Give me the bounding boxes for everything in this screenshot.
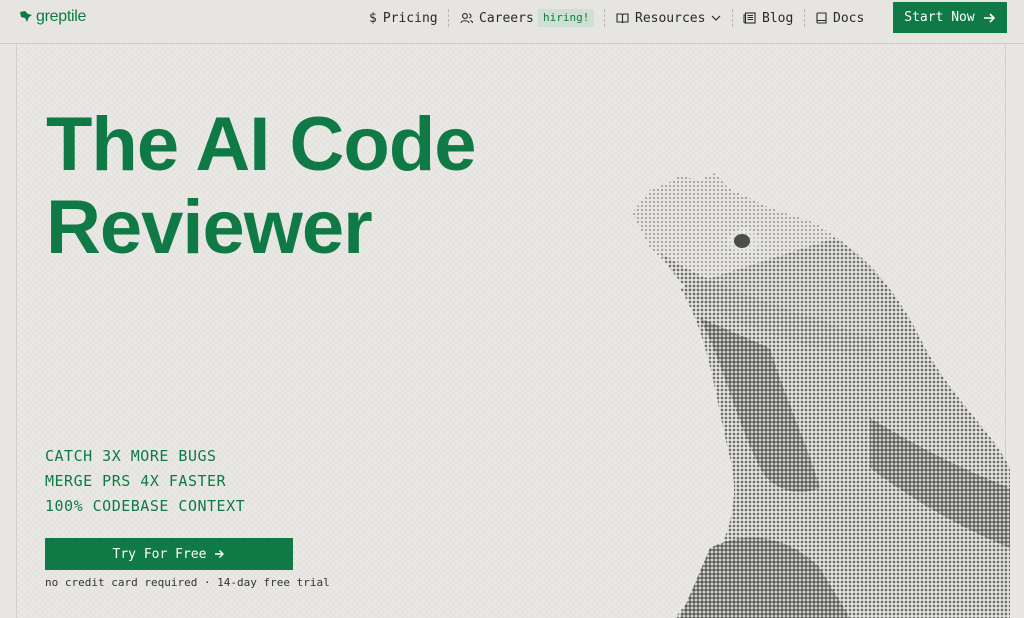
nav-resources[interactable]: Resources [616, 10, 721, 26]
nav-divider [448, 9, 449, 27]
arrow-right-icon [215, 550, 225, 558]
try-for-free-label: Try For Free [112, 546, 207, 562]
start-now-label: Start Now [904, 10, 975, 25]
book-open-icon [616, 12, 629, 23]
feature-list: CATCH 3X MORE BUGS MERGE PRS 4X FASTER 1… [45, 444, 245, 519]
headline-line-1: The AI Code [46, 102, 477, 187]
hiring-badge[interactable]: hiring! [538, 9, 595, 27]
feature-item: CATCH 3X MORE BUGS [45, 447, 217, 465]
nav-pricing[interactable]: $ Pricing [369, 10, 438, 26]
try-for-free-button[interactable]: Try For Free [45, 538, 293, 570]
nav-pricing-label: Pricing [382, 10, 438, 26]
nav-divider [804, 9, 805, 27]
nav-careers[interactable]: Careers [460, 10, 534, 26]
nav-resources-label: Resources [635, 10, 706, 26]
hero-headline: The AI Code Reviewer [46, 103, 606, 269]
feature-item: 100% CODEBASE CONTEXT [45, 497, 246, 515]
logo[interactable]: greptile [19, 8, 86, 26]
nav-docs[interactable]: Docs [816, 10, 864, 26]
logo-text: greptile [36, 8, 87, 25]
users-icon [460, 13, 473, 24]
book-icon [816, 12, 827, 24]
newspaper-icon [743, 12, 756, 24]
nav-divider [604, 9, 605, 27]
lizard-illustration [632, 173, 1010, 618]
nav-careers-label: Careers [479, 10, 534, 26]
top-navbar: greptile $ Pricing Careers hiring! Resou… [0, 0, 1024, 44]
trial-note: no credit card required · 14-day free tr… [45, 576, 330, 589]
lizard-logo-icon [20, 11, 32, 22]
nav-blog[interactable]: Blog [743, 10, 793, 26]
nav-blog-label: Blog [762, 10, 794, 26]
headline-line-2: Reviewer [46, 185, 373, 270]
chevron-down-icon [712, 15, 721, 21]
nav-divider [732, 9, 733, 27]
dollar-icon: $ [369, 10, 377, 26]
start-now-button[interactable]: Start Now [893, 2, 1007, 33]
nav-docs-label: Docs [833, 10, 865, 26]
arrow-right-icon [983, 12, 995, 23]
feature-item: MERGE PRS 4X FASTER [45, 472, 227, 490]
